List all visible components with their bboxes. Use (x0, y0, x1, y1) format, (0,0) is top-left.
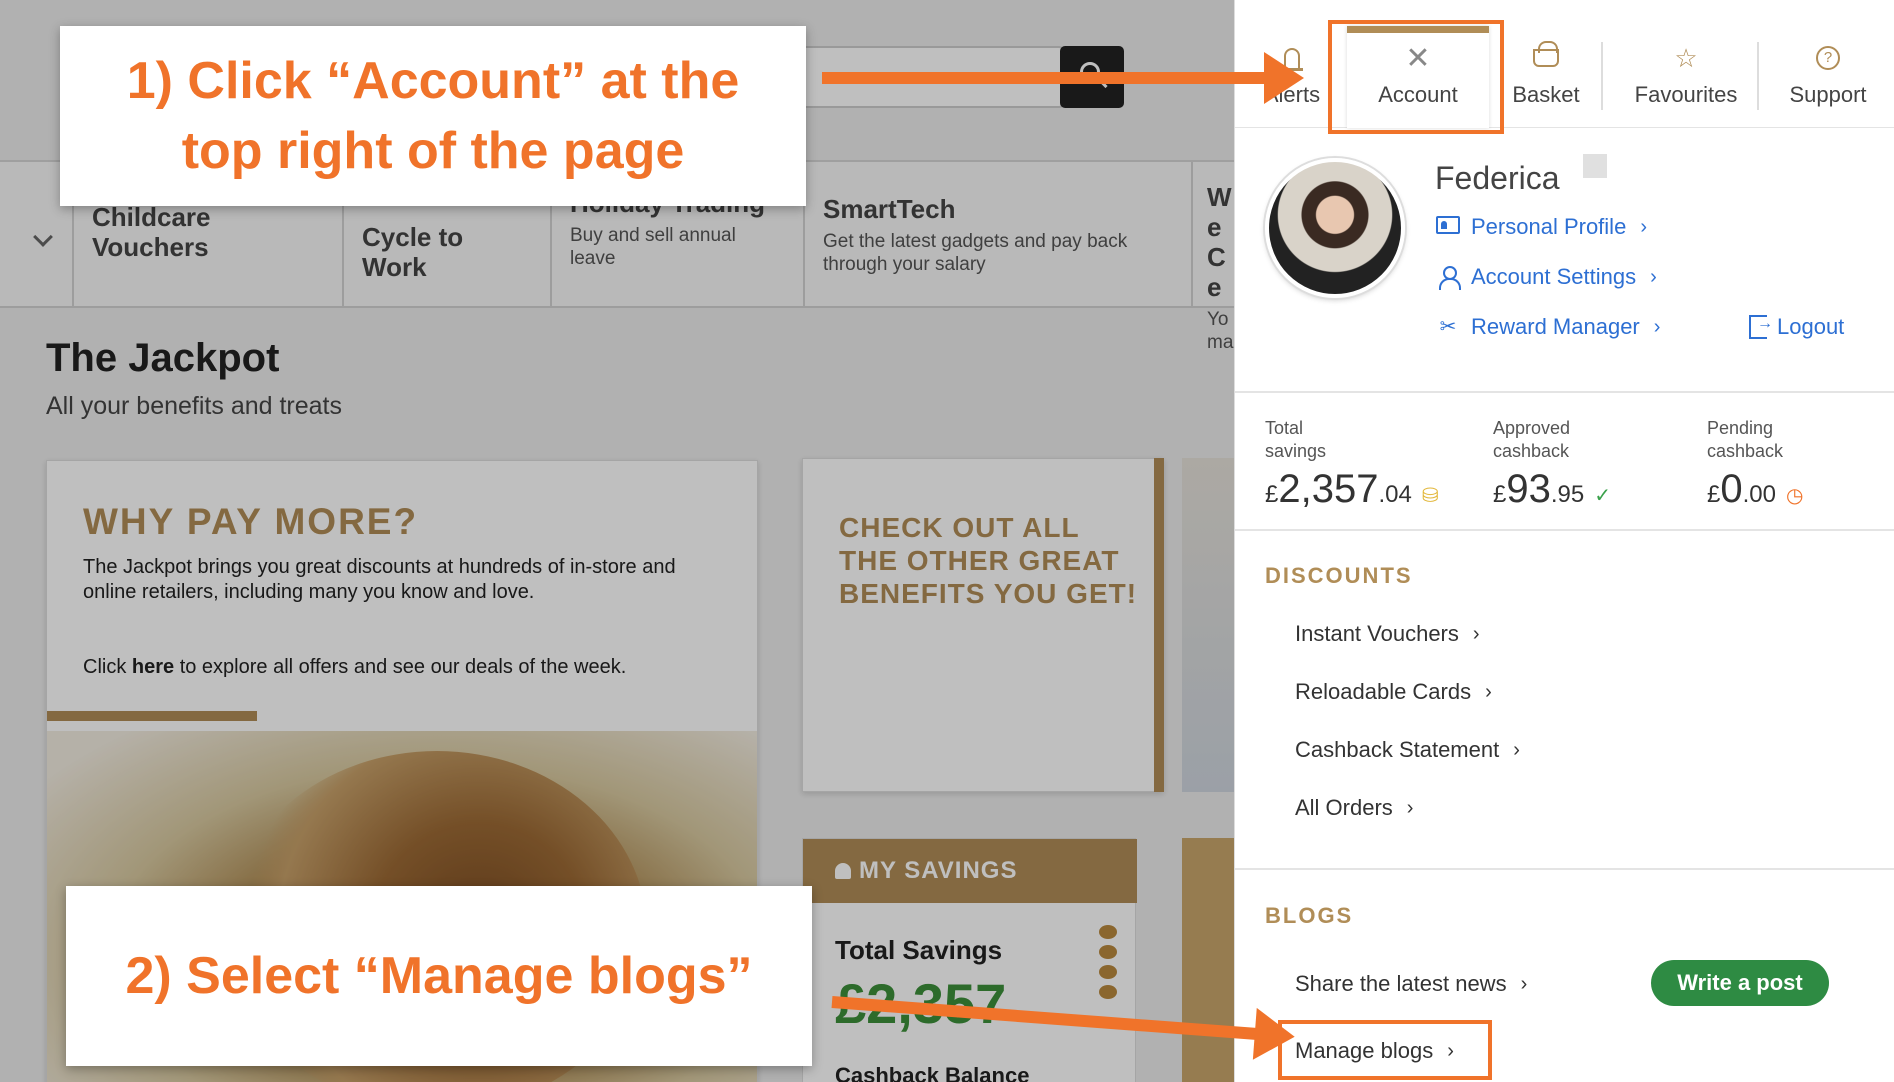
tab-label: Favourites (1634, 82, 1738, 107)
menu-item-label: Share the latest news (1295, 971, 1507, 996)
stat-decimals: .95 (1550, 481, 1585, 508)
stat-decimals: .04 (1378, 481, 1412, 508)
currency-symbol: £ (1493, 481, 1507, 508)
chevron-right-icon: › (1406, 796, 1414, 819)
menu-item-label: Reloadable Cards (1295, 679, 1472, 704)
link-label: Reward Manager (1471, 314, 1640, 339)
basket-icon (1533, 41, 1559, 67)
stat-approved-cashback: Approved cashback £93.95 ✓ (1493, 417, 1653, 512)
coins-icon: ⛁ (1421, 485, 1439, 507)
id-card-icon (1436, 216, 1460, 234)
blogs-heading: BLOGS (1265, 903, 1354, 928)
chevron-right-icon: › (1640, 215, 1647, 238)
write-post-button[interactable]: Write a post (1651, 960, 1829, 1006)
menu-item-share-news[interactable]: Share the latest news › (1295, 971, 1527, 997)
chevron-right-icon: › (1650, 265, 1657, 288)
menu-item-instant-vouchers[interactable]: Instant Vouchers › (1295, 621, 1480, 647)
star-icon: ☆ (1674, 42, 1698, 73)
instruction-step-2: 2) Select “Manage blogs” (66, 886, 812, 1066)
clock-icon: ◷ (1785, 485, 1804, 507)
stat-value: £0.00 ◷ (1707, 467, 1867, 512)
tools-icon: ✂ (1439, 316, 1457, 338)
user-icon (1438, 266, 1461, 290)
menu-item-all-orders[interactable]: All Orders › (1295, 795, 1413, 821)
arrow-icon (822, 52, 1304, 104)
stat-label: Approved cashback (1493, 418, 1571, 461)
stat-whole: 0 (1720, 467, 1743, 511)
stat-label: Pending cashback (1707, 418, 1784, 461)
tab-basket[interactable]: Basket (1497, 40, 1595, 120)
tab-label: Basket (1512, 82, 1580, 107)
logout-icon (1749, 315, 1773, 339)
chevron-right-icon: › (1520, 972, 1528, 995)
chevron-right-icon: › (1513, 738, 1520, 761)
account-settings-link[interactable]: Account Settings › (1435, 264, 1657, 290)
stat-label: Total savings (1265, 418, 1327, 461)
stat-decimals: .00 (1742, 481, 1776, 508)
name-redaction (1583, 154, 1607, 178)
savings-stats: Total savings £2,357.04 ⛁ Approved cashba… (1235, 393, 1894, 531)
menu-item-cashback-statement[interactable]: Cashback Statement › (1295, 737, 1520, 763)
stat-pending-cashback: Pending cashback £0.00 ◷ (1707, 417, 1867, 512)
divider (1601, 42, 1603, 110)
logout-link[interactable]: Logout (1749, 314, 1844, 340)
tab-label: Support (1789, 82, 1867, 107)
divider (1757, 42, 1759, 110)
stat-whole: 93 (1506, 467, 1551, 511)
profile-section: Federica Personal Profile › Account Sett… (1235, 128, 1894, 393)
stat-total-savings: Total savings £2,357.04 ⛁ (1265, 417, 1455, 512)
currency-symbol: £ (1707, 481, 1721, 508)
check-circle-icon: ✓ (1594, 485, 1611, 507)
logout-label: Logout (1777, 314, 1845, 339)
manage-blogs-highlight (1278, 1020, 1492, 1080)
menu-item-label: All Orders (1295, 795, 1393, 820)
menu-item-reloadable-cards[interactable]: Reloadable Cards › (1295, 679, 1492, 705)
avatar[interactable] (1265, 158, 1405, 298)
chevron-right-icon: › (1472, 622, 1480, 645)
chevron-right-icon: › (1653, 315, 1661, 338)
tab-support[interactable]: ? Support (1769, 40, 1887, 120)
account-panel: Alerts ✕ Account Basket ☆ Favourites ? S… (1234, 0, 1894, 1082)
reward-manager-link[interactable]: ✂ Reward Manager › (1435, 314, 1661, 340)
account-tab-highlight (1328, 20, 1504, 134)
link-label: Personal Profile (1471, 214, 1627, 239)
divider (1235, 868, 1894, 870)
menu-item-label: Instant Vouchers (1295, 621, 1459, 646)
help-icon: ? (1816, 46, 1840, 70)
stat-value: £93.95 ✓ (1493, 467, 1653, 512)
menu-item-label: Cashback Statement (1295, 737, 1500, 762)
link-label: Account Settings (1471, 264, 1637, 289)
currency-symbol: £ (1265, 481, 1279, 508)
tab-favourites[interactable]: ☆ Favourites (1611, 40, 1761, 120)
instruction-step-1: 1) Click “Account” at the top right of t… (60, 26, 806, 206)
personal-profile-link[interactable]: Personal Profile › (1435, 214, 1647, 240)
discounts-heading: DISCOUNTS (1265, 563, 1413, 588)
stat-whole: 2,357 (1278, 467, 1379, 511)
user-name: Federica (1435, 160, 1560, 196)
chevron-right-icon: › (1485, 680, 1492, 703)
stat-value: £2,357.04 ⛁ (1265, 467, 1455, 512)
